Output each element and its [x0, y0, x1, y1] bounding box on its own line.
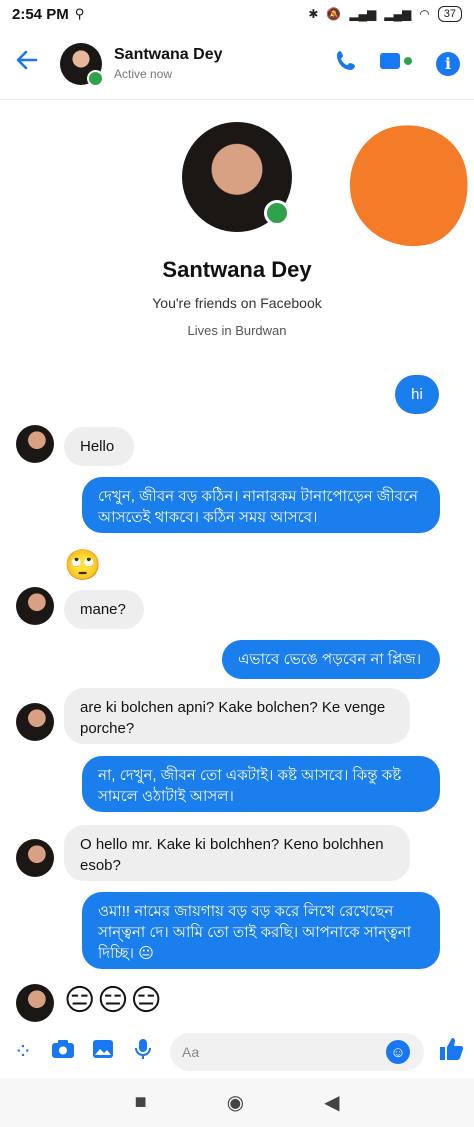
signal-icon: ▂▄▆ — [349, 7, 377, 21]
message-input[interactable]: Aa ☺ — [170, 1033, 424, 1071]
message-bubble-in[interactable]: are ki bolchen apni? Kake bolchen? Ke ve… — [64, 688, 410, 744]
message-bubble-out[interactable]: না, দেখুন, জীবন তো একটাই। কষ্ট আসবে। কিন… — [82, 756, 440, 812]
location-text: Lives in Burdwan — [187, 323, 287, 338]
recents-button-icon[interactable]: ■ — [135, 1091, 147, 1114]
sender-avatar[interactable] — [16, 587, 54, 625]
profile-section: Santwana Dey You're friends on Facebook … — [0, 122, 474, 338]
contact-info[interactable]: Santwana Dey Active now — [114, 46, 334, 81]
mute-icon: 🔕 — [326, 7, 342, 21]
emoji-message[interactable]: 😑😑😑 — [64, 984, 164, 1018]
message-bubble-in[interactable]: mane? — [64, 590, 144, 629]
sender-avatar[interactable] — [16, 703, 54, 741]
microphone-icon[interactable] — [130, 1038, 156, 1066]
signal-icon-2: ▂▄▆ — [384, 7, 412, 21]
contact-avatar[interactable] — [60, 42, 104, 87]
video-call-icon[interactable] — [380, 51, 414, 76]
wifi-icon: ◠ — [419, 7, 430, 21]
online-indicator-large — [264, 200, 290, 226]
android-nav-bar: ■ ◉ ◀ — [0, 1078, 474, 1127]
emoji-message[interactable]: 🙄 — [64, 549, 101, 583]
home-button-icon[interactable]: ◉ — [227, 1090, 244, 1115]
sender-avatar[interactable] — [16, 984, 54, 1022]
contact-name: Santwana Dey — [114, 46, 223, 63]
apps-grid-icon[interactable]: ⁘ — [10, 1039, 36, 1065]
info-icon[interactable]: i — [436, 51, 460, 76]
emoji-icon[interactable]: ☺ — [386, 1040, 410, 1064]
status-bar: 2:54 PM ⚲ ✱ 🔕 ▂▄▆ ▂▄▆ ◠ 37 — [0, 0, 474, 28]
message-bubble-out[interactable]: ওমা!! নামের জায়গায় বড় বড় করে লিখে রে… — [82, 892, 440, 969]
chat-header: Santwana Dey Active now i — [0, 28, 474, 100]
sender-avatar[interactable] — [16, 425, 54, 463]
status-time: 2:54 PM — [12, 5, 69, 23]
message-bubble-in[interactable]: O hello mr. Kake ki bolchhen? Keno bolch… — [64, 825, 410, 881]
gallery-icon[interactable] — [90, 1039, 116, 1065]
profile-avatar[interactable] — [182, 122, 292, 232]
message-bubble-in[interactable]: Hello — [64, 427, 134, 466]
bluetooth-icon: ✱ — [308, 7, 319, 21]
sender-avatar[interactable] — [16, 839, 54, 877]
thumbs-up-icon[interactable] — [438, 1036, 464, 1068]
friends-text: You're friends on Facebook — [152, 295, 322, 311]
back-arrow-icon[interactable] — [14, 47, 54, 81]
usb-icon: ⚲ — [74, 6, 85, 21]
camera-icon[interactable] — [50, 1039, 76, 1065]
contact-status: Active now — [114, 67, 173, 81]
message-composer: ⁘ Aa ☺ — [0, 1030, 474, 1074]
message-input-placeholder: Aa — [182, 1044, 200, 1060]
message-bubble-out[interactable]: এভাবে ভেঙে পড়বেন না প্লিজ। — [222, 640, 440, 679]
phone-call-icon[interactable] — [334, 49, 358, 78]
profile-name: Santwana Dey — [162, 257, 312, 282]
online-indicator — [87, 69, 104, 87]
message-bubble-out[interactable]: দেখুন, জীবন বড় কঠিন। নানারকম টানাপোড়েন… — [82, 477, 440, 533]
battery-indicator: 37 — [437, 6, 462, 22]
message-bubble-out[interactable]: hi — [395, 375, 439, 414]
back-button-icon[interactable]: ◀ — [324, 1090, 339, 1115]
